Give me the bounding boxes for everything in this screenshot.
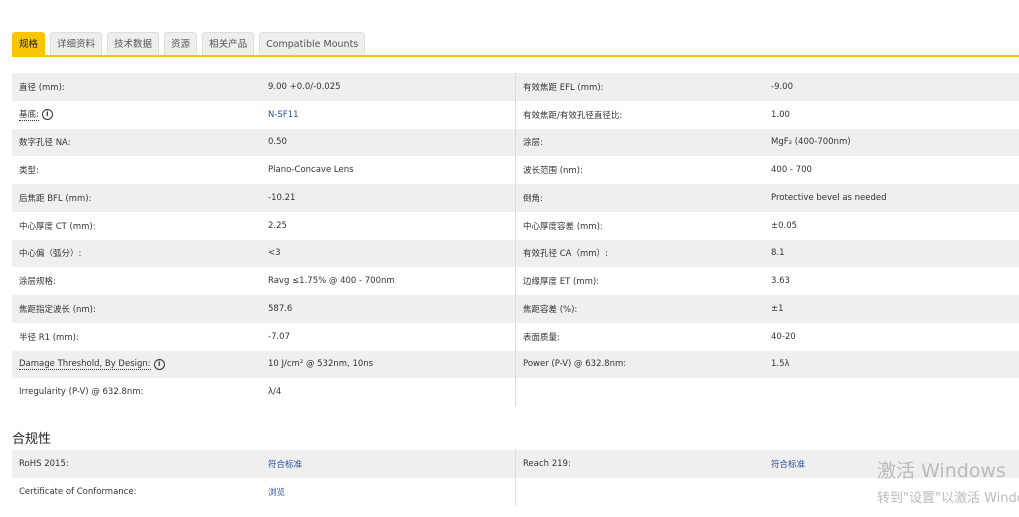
spec-label: 有效焦距/有效孔径直径比: — [523, 110, 623, 121]
spec-row: 数字孔径 NA: 0.50 涂层: MgF₂ (400-700nm) — [12, 128, 1019, 157]
spec-value: ±1 — [771, 303, 784, 314]
spec-value: 2.25 — [268, 220, 287, 231]
tab-1[interactable]: 详细资料 — [50, 32, 103, 56]
compliance-label: RoHS 2015: — [19, 458, 69, 469]
tab-2[interactable]: 技术数据 — [107, 32, 160, 56]
tab-5[interactable]: Compatible Mounts — [259, 32, 366, 56]
spec-row: 直径 (mm): 9.00 +0.0/-0.025 有效焦距 EFL (mm): -9… — [12, 73, 1019, 101]
compliance-label: Reach 219: — [523, 458, 571, 469]
spec-value: 9.00 +0.0/-0.025 — [268, 81, 341, 92]
spec-label: 倒角: — [523, 193, 543, 204]
spec-label: 波长范围 (nm): — [523, 166, 583, 177]
spec-label: 表面质量: — [523, 332, 560, 343]
spec-label: 焦距指定波长 (nm): — [19, 304, 96, 315]
spec-value: -9.00 — [771, 81, 793, 92]
spec-row: 焦距指定波长 (nm): 587.6 焦距容差 (%): ±1 — [12, 295, 1019, 323]
tab-0[interactable]: 规格 — [12, 32, 46, 56]
spec-label: 有效孔径 CA（mm）: — [523, 249, 608, 260]
info-icon[interactable]: i — [153, 358, 165, 370]
tab-3[interactable]: 资源 — [164, 32, 198, 56]
spec-label: 中心偏（弧分）: — [19, 249, 82, 260]
spec-value: MgF₂ (400-700nm) — [771, 137, 851, 148]
spec-value: 400 - 700 — [771, 165, 812, 176]
spec-row: 后焦距 BFL (mm): -10.21 倒角: Protective bevel a… — [12, 184, 1019, 212]
spec-label: 边缘厚度 ET (mm): — [523, 277, 600, 288]
spec-label: 涂层: — [523, 138, 543, 149]
spec-value: 1.00 — [771, 109, 790, 120]
info-icon[interactable]: i — [41, 109, 53, 121]
spec-row: 基底: i N-SF11 有效焦距/有效孔径直径比: 1.00 — [12, 100, 1019, 129]
compliance-link[interactable]: 浏览 — [268, 486, 285, 498]
spec-row: 中心厚度 CT (mm): 2.25 中心厚度容差 (mm): ±0.05 — [12, 211, 1019, 240]
spec-row: Irregularity (P-V) @ 632.8nm: λ/4 — [12, 378, 1019, 406]
spec-label: 数字孔径 NA: — [19, 138, 71, 149]
spec-value: 3.63 — [771, 276, 790, 287]
spec-label: Irregularity (P-V) @ 632.8nm: — [19, 387, 144, 398]
spec-row: 类型: Plano-Concave Lens 波长范围 (nm): 400 - 700 — [12, 156, 1019, 184]
compliance-row: RoHS 2015: 符合标准 Reach 219: 符合标准 — [12, 450, 1019, 478]
tab-underline — [12, 55, 1019, 57]
spec-value: Protective bevel as needed — [771, 192, 887, 203]
spec-value: ±0.05 — [771, 220, 798, 231]
spec-label[interactable]: 基底: — [19, 108, 39, 122]
spec-value: 0.50 — [268, 137, 287, 148]
spec-label: 后焦距 BFL (mm): — [19, 193, 92, 204]
spec-value[interactable]: N-SF11 — [268, 110, 299, 120]
tab-bar: 规格 详细资料 技术数据 资源 相关产品 Compatible Mounts — [12, 32, 366, 56]
spec-label: 直径 (mm): — [19, 82, 65, 93]
spec-row: 中心偏（弧分）: <3 有效孔径 CA（mm）: 8.1 — [12, 239, 1019, 268]
spec-label: 有效焦距 EFL (mm): — [523, 82, 604, 93]
compliance-row: Certificate of Conformance: 浏览 — [12, 477, 1019, 506]
spec-value: Plano-Concave Lens — [268, 165, 354, 176]
spec-value: -10.21 — [268, 192, 296, 203]
spec-label: 中心厚度 CT (mm): — [19, 221, 96, 232]
spec-value: 40-20 — [771, 331, 796, 342]
compliance-link[interactable]: 符合标准 — [771, 458, 805, 470]
spec-value: 10 J/cm² @ 532nm, 10ns — [268, 359, 374, 370]
spec-value: <3 — [268, 248, 281, 259]
compliance-label: Certificate of Conformance: — [19, 486, 137, 497]
spec-row: 涂层规格: Ravg ≤1.75% @ 400 - 700nm 边缘厚度 ET (m… — [12, 267, 1019, 295]
watermark-title: 激活 Windows — [877, 460, 1006, 482]
spec-label: 中心厚度容差 (mm): — [523, 221, 603, 232]
spec-value: λ/4 — [268, 387, 282, 398]
spec-value: -7.07 — [268, 331, 290, 342]
compliance-link[interactable]: 符合标准 — [268, 458, 302, 470]
spec-row: Damage Threshold, By Design: i 10 J/cm² @ … — [12, 350, 1019, 379]
compliance-table: RoHS 2015: 符合标准 Reach 219: 符合标准 Certificate … — [12, 450, 1019, 506]
spec-row: 半径 R1 (mm): -7.07 表面质量: 40-20 — [12, 322, 1019, 351]
spec-label[interactable]: Damage Threshold, By Design: — [19, 359, 151, 370]
spec-label: 半径 R1 (mm): — [19, 332, 79, 343]
windows-activation-watermark: 激活 Windows 转到"设置"以激活 Windows。 — [877, 456, 1019, 506]
spec-value: 8.1 — [771, 248, 785, 259]
spec-table: 直径 (mm): 9.00 +0.0/-0.025 有效焦距 EFL (mm): -9… — [12, 73, 1019, 406]
spec-label: 焦距容差 (%): — [523, 304, 578, 315]
spec-value: Ravg ≤1.75% @ 400 - 700nm — [268, 276, 395, 287]
spec-label: 类型: — [19, 166, 39, 177]
spec-label: Power (P-V) @ 632.8nm: — [523, 359, 627, 370]
tab-4[interactable]: 相关产品 — [202, 32, 255, 56]
compliance-heading: 合规性 — [12, 432, 52, 447]
spec-value: 587.6 — [268, 303, 293, 314]
spec-label: 涂层规格: — [19, 277, 56, 288]
spec-value: 1.5λ — [771, 359, 790, 370]
watermark-subtitle: 转到"设置"以激活 Windows。 — [877, 491, 1019, 506]
